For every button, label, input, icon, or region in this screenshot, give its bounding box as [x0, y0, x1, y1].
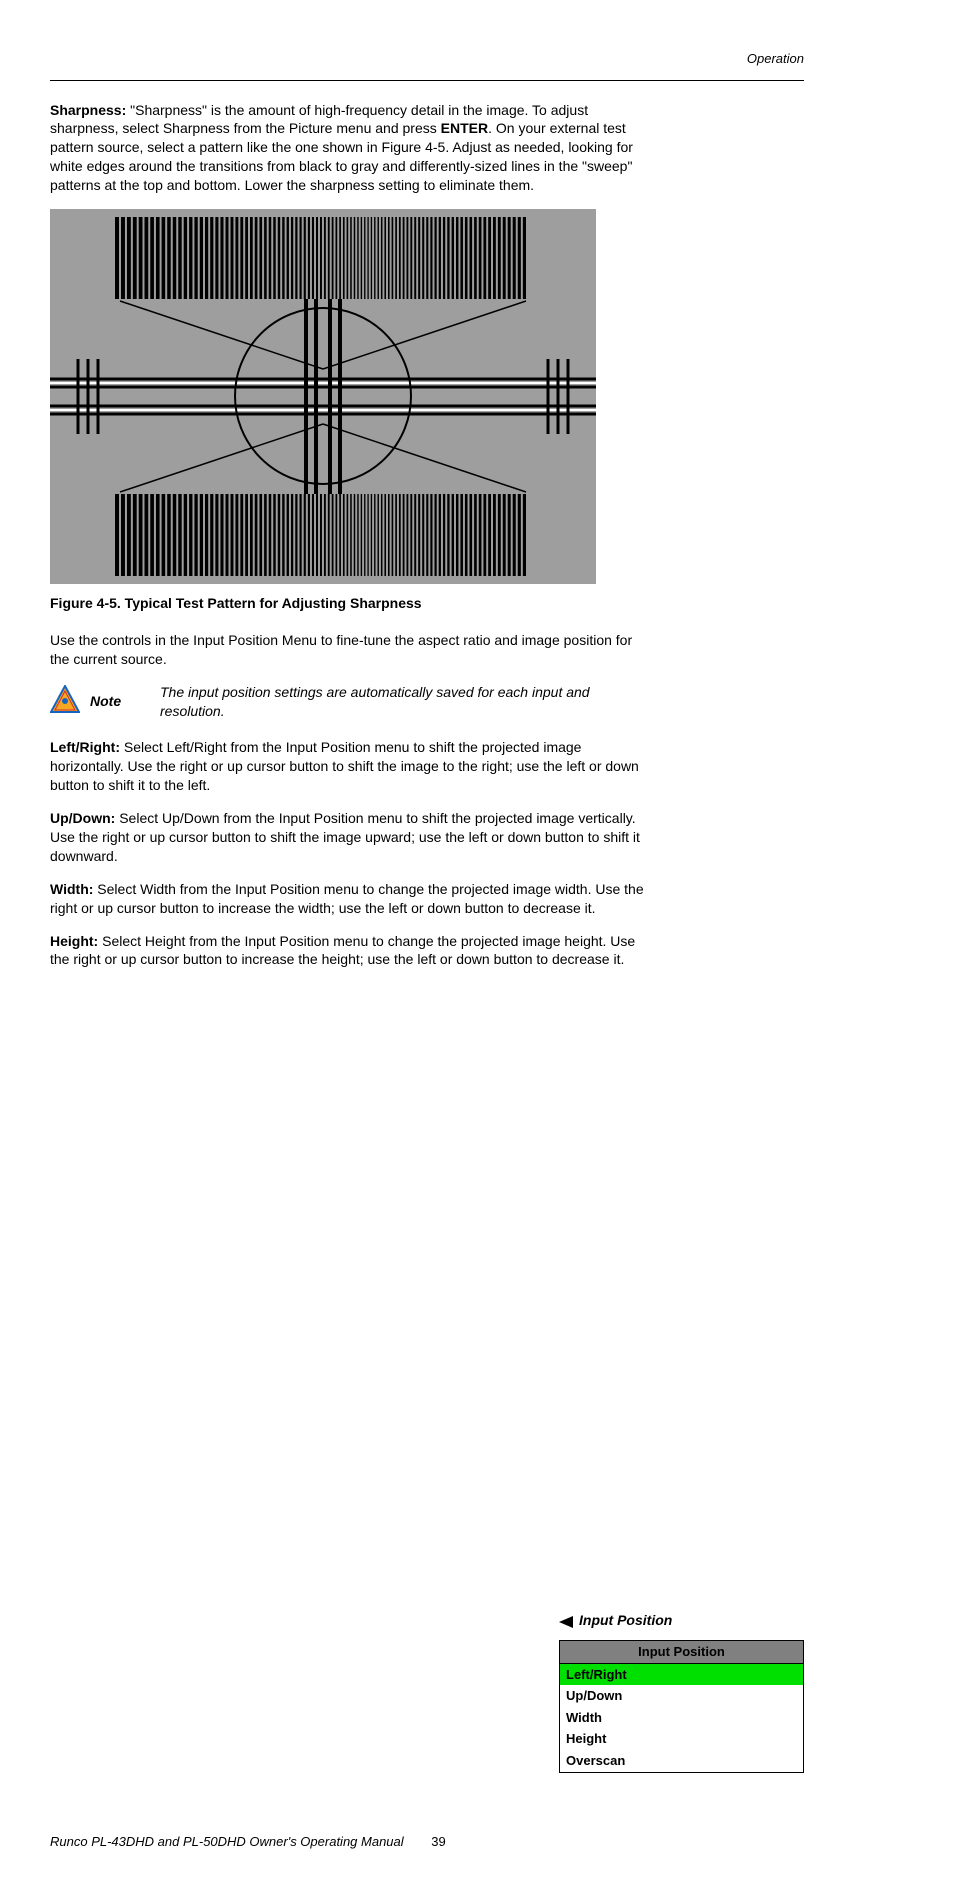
arrow-left-icon — [559, 1616, 573, 1628]
test-pattern-svg — [50, 209, 596, 584]
width-paragraph: Width: Select Width from the Input Posit… — [50, 880, 645, 918]
note-label: Note — [90, 692, 160, 711]
input-position-menu: Input Position Left/RightUp/DownWidthHei… — [559, 1640, 804, 1772]
sharpness-title: Sharpness: — [50, 102, 126, 118]
input-position-side-label: Input Position — [559, 1611, 804, 1630]
width-body: Select Width from the Input Position men… — [50, 881, 644, 916]
side-label-text: Input Position — [579, 1612, 672, 1628]
menu-item[interactable]: Overscan — [560, 1750, 804, 1772]
test-pattern-figure — [50, 209, 596, 584]
up-down-body: Select Up/Down from the Input Position m… — [50, 810, 640, 864]
header-section: Operation — [50, 50, 804, 68]
up-down-title: Up/Down: — [50, 810, 115, 826]
menu-item[interactable]: Left/Right — [560, 1663, 804, 1685]
page-footer: Runco PL-43DHD and PL-50DHD Owner's Oper… — [50, 1833, 804, 1851]
footer-text: Runco PL-43DHD and PL-50DHD Owner's Oper… — [50, 1834, 404, 1849]
left-right-paragraph: Left/Right: Select Left/Right from the I… — [50, 738, 645, 795]
left-right-body: Select Left/Right from the Input Positio… — [50, 739, 639, 793]
enter-key: ENTER — [441, 120, 488, 136]
header-rule — [50, 80, 804, 81]
note-text: The input position settings are automati… — [160, 683, 645, 721]
sweep-top — [113, 217, 533, 299]
height-body: Select Height from the Input Position me… — [50, 933, 635, 968]
figure-caption: Figure 4-5. Typical Test Pattern for Adj… — [50, 594, 645, 613]
side-column: Input Position Input Position Left/Right… — [559, 983, 804, 1772]
up-down-paragraph: Up/Down: Select Up/Down from the Input P… — [50, 809, 645, 866]
sharpness-paragraph: Sharpness: "Sharpness" is the amount of … — [50, 101, 645, 195]
menu-item[interactable]: Width — [560, 1707, 804, 1729]
warning-triangle-icon — [50, 685, 80, 718]
menu-title: Input Position — [560, 1641, 804, 1664]
menu-item[interactable]: Up/Down — [560, 1685, 804, 1707]
main-column: Sharpness: "Sharpness" is the amount of … — [50, 101, 645, 984]
left-right-title: Left/Right: — [50, 739, 120, 755]
note-block: Note The input position settings are aut… — [50, 683, 645, 721]
input-position-intro: Use the controls in the Input Position M… — [50, 631, 645, 669]
width-title: Width: — [50, 881, 93, 897]
menu-item[interactable]: Height — [560, 1728, 804, 1750]
height-title: Height: — [50, 933, 98, 949]
footer-page-number: 39 — [431, 1834, 445, 1849]
height-paragraph: Height: Select Height from the Input Pos… — [50, 932, 645, 970]
